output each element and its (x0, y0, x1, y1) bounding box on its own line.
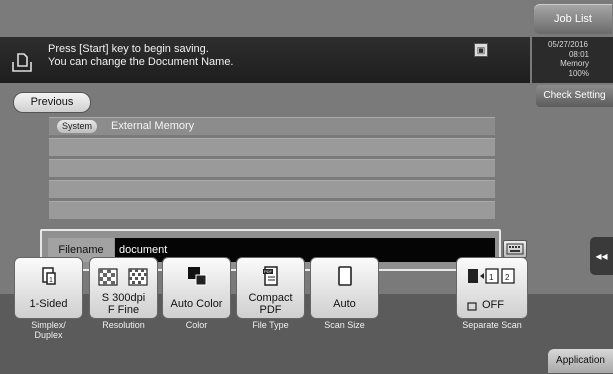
resolution-button[interactable]: S 300dpi F Fine (89, 257, 158, 319)
side-panel-toggle[interactable]: ◂◂ (590, 237, 613, 275)
color-label: Color (185, 320, 208, 330)
list-item (49, 138, 495, 156)
previous-button[interactable]: Previous (13, 92, 91, 113)
memory-card-icon: ▣ (474, 43, 488, 57)
file-type-value: Compact PDF (248, 292, 293, 316)
simplex-duplex-button[interactable]: 1 1-Sided (14, 257, 83, 319)
simplex-duplex-value: 1-Sided (29, 298, 68, 310)
scan-size-value: Auto (333, 298, 356, 310)
file-type-label: File Type (252, 320, 289, 330)
list-item (49, 201, 495, 219)
scan-size-label: Scan Size (324, 320, 365, 330)
list-item (49, 180, 495, 198)
color-icon (187, 267, 206, 286)
simplex-duplex-label: Simplex/ Duplex (31, 320, 66, 340)
destination-list: System External Memory (49, 117, 495, 222)
resolution-icon (97, 268, 148, 286)
pdf-file-icon: PDF (262, 266, 278, 286)
paper-size-icon (337, 266, 352, 286)
check-setting-button[interactable]: Check Setting (536, 85, 613, 107)
separate-scan-value: OFF (482, 299, 504, 311)
destination-name: External Memory (111, 120, 195, 132)
color-value: Auto Color (170, 298, 223, 310)
list-item (49, 159, 495, 177)
resolution-label: Resolution (102, 320, 145, 330)
application-button[interactable]: Application (548, 349, 613, 373)
status-date: 05/27/2016 (547, 40, 588, 49)
job-list-button[interactable]: Job List (534, 4, 612, 34)
file-type-button[interactable]: PDF Compact PDF (236, 257, 305, 319)
status-panel: 05/27/2016 08:01 Memory 100% (532, 37, 613, 83)
simplex-icon: 1 (41, 267, 56, 285)
svg-text:1: 1 (49, 277, 53, 284)
status-memory-value: 100% (568, 68, 589, 78)
message-line-1: Press [Start] key to begin saving. (48, 43, 209, 55)
message-bar: Press [Start] key to begin saving. You c… (0, 37, 530, 83)
list-item[interactable]: System External Memory (49, 117, 495, 135)
separate-scan-icon: 1 2 (468, 268, 515, 284)
separate-scan-label: Separate Scan (462, 320, 522, 330)
resolution-value: S 300dpi F Fine (101, 292, 146, 316)
collapse-arrow-icon: ◂◂ (595, 249, 608, 263)
status-memory-label: Memory (560, 59, 589, 68)
svg-text:2: 2 (505, 273, 510, 282)
svg-text:PDF: PDF (264, 269, 273, 274)
keyboard-button[interactable] (503, 240, 527, 258)
separate-scan-button[interactable]: 1 2 OFF (456, 257, 528, 319)
single-scan-icon (467, 302, 477, 311)
save-document-icon (12, 53, 32, 72)
color-button[interactable]: Auto Color (162, 257, 231, 319)
message-line-2: You can change the Document Name. (48, 56, 234, 68)
status-time: 08:01 (568, 49, 589, 59)
scan-size-button[interactable]: Auto (310, 257, 379, 319)
system-badge: System (57, 120, 98, 133)
keyboard-icon (506, 243, 524, 255)
top-bar (0, 0, 530, 36)
svg-text:1: 1 (489, 273, 494, 282)
